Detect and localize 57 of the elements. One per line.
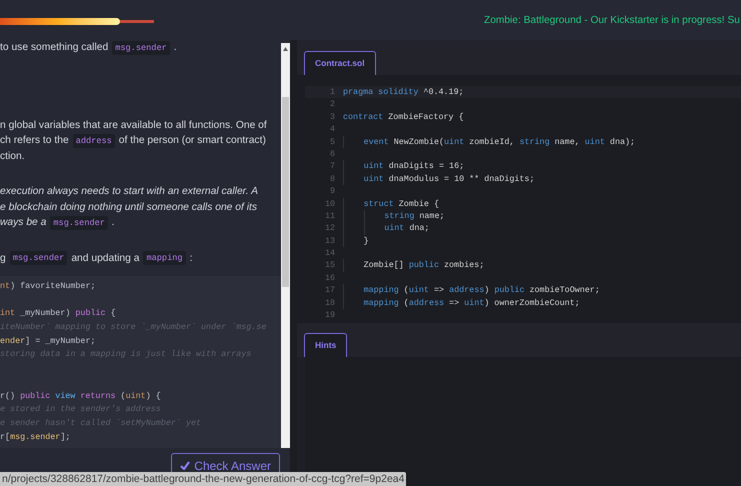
code-line: mapping (uint => address) public zombieToOwner; [364, 284, 600, 297]
lesson-text: . [112, 216, 115, 230]
announcement-banner[interactable]: Zombie: Battleground - Our Kickstarter is in progress! Su [484, 13, 740, 28]
line-number: 9 [328, 185, 336, 198]
line-number: 5 [328, 136, 336, 148]
line-number: 16 [324, 272, 336, 284]
editor-tab[interactable]: Hints [304, 333, 348, 357]
line-number: 10 [324, 198, 336, 210]
line-number: 3 [328, 110, 336, 124]
editor-tab[interactable]: Contract.sol [304, 51, 376, 75]
inline-code: msg.sender [10, 251, 68, 266]
lesson-text: ch refers to the [0, 134, 69, 148]
line-number: 8 [328, 172, 336, 186]
lesson-text: n global variables that are available to all functions. One of [0, 118, 267, 132]
lesson-text: of the person (or smart contract) [118, 134, 266, 148]
line-number: 18 [324, 296, 336, 310]
inline-code: address [72, 134, 115, 148]
lesson-text: ways be a [0, 216, 46, 230]
inline-code: mapping [143, 251, 186, 266]
line-number: 1 [328, 86, 336, 98]
line-number: 12 [324, 222, 336, 235]
line-number: 6 [328, 148, 336, 160]
checkmark-icon [180, 461, 190, 470]
scroll-up-icon[interactable] [283, 47, 288, 51]
lesson-text: to use something called [0, 41, 108, 55]
code-line: } [364, 234, 369, 248]
code-line: event NewZombie(uint zombieId, string name, uint dna); [364, 136, 636, 148]
lesson-text: . [174, 41, 177, 55]
lesson-text: ction. [0, 150, 25, 164]
line-number: 2 [328, 98, 336, 111]
status-url-tooltip: n/projects/328862817/zombie-battleground-the-new-generation-of-ccg-tcg?ref=9p2ea4 [0, 472, 406, 486]
scroll-thumb[interactable] [282, 97, 289, 287]
code-line: mapping (address => uint) ownerZombieCount; [364, 296, 580, 310]
code-line: Zombie[] public zombies; [364, 259, 484, 272]
scrollbar[interactable] [281, 43, 290, 448]
line-number: 11 [324, 210, 336, 222]
code-line: struct Zombie { [364, 198, 439, 210]
lesson-text: and updating a [71, 252, 140, 266]
lesson-text: execution always needs to start with an external caller. A [0, 185, 258, 199]
line-number: 19 [324, 309, 336, 322]
line-number: 15 [324, 259, 336, 272]
line-number: 17 [324, 284, 336, 297]
lesson-text: e blockchain doing nothing until someone calls one of its [0, 200, 258, 214]
line-number: 13 [324, 234, 336, 248]
inline-code: msg.sender [112, 40, 170, 55]
line-number: 14 [324, 247, 336, 260]
lesson-text: g [0, 252, 6, 266]
code-line: string name; [384, 210, 444, 222]
line-number: 7 [328, 160, 336, 173]
code-line: pragma solidity ^0.4.19; [343, 86, 464, 98]
inline-code: msg.sender [50, 216, 108, 230]
code-line: uint dnaModulus = 10 ** dnaDigits; [364, 172, 534, 186]
lesson-text: : [190, 252, 192, 266]
line-number: 4 [328, 123, 336, 136]
code-line: uint dnaDigits = 16; [364, 160, 464, 173]
code-line: contract ZombieFactory { [343, 110, 464, 124]
code-line: uint dna; [384, 222, 430, 235]
